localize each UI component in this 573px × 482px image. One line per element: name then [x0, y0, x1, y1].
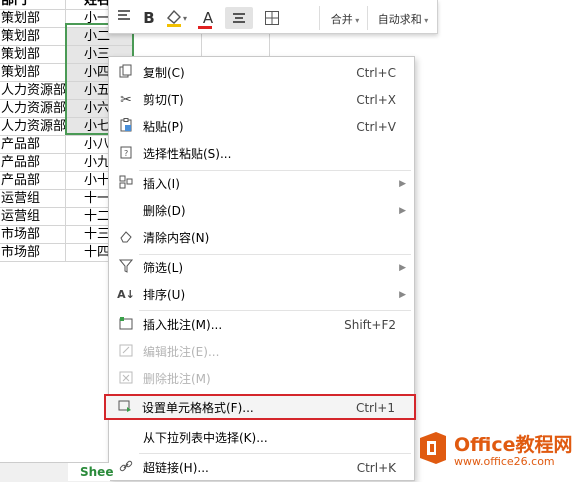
table-row-dept[interactable]: 产品部	[0, 172, 66, 190]
submenu-arrow-icon: ▶	[399, 206, 406, 216]
merge-button[interactable]: 合并 ▾	[325, 9, 365, 31]
menu-item-insert-comment[interactable]: 插入批注(M)... Shift+F2	[109, 312, 414, 338]
insert-icon	[117, 175, 135, 193]
table-row-dept[interactable]: 市场部	[0, 244, 66, 262]
menu-item-shortcut: Ctrl+V	[356, 120, 396, 134]
watermark-url: www.office26.com	[454, 455, 555, 468]
table-row-dept[interactable]: 策划部	[0, 64, 66, 82]
filter-icon	[117, 259, 135, 277]
menu-item-sort[interactable]: A↓ 排序(U) ▶	[109, 282, 414, 308]
menu-item-insert[interactable]: 插入(I) ▶	[109, 171, 414, 197]
svg-text:▾: ▾	[183, 14, 187, 23]
table-row-dept[interactable]: 运营组	[0, 208, 66, 226]
menu-item-delete-comment[interactable]: 删除批注(M)	[109, 366, 414, 392]
menu-item-label: 选择性粘贴(S)...	[143, 147, 232, 161]
menu-item-label: 删除(D)	[143, 204, 186, 218]
menu-item-paste[interactable]: 粘贴(P) Ctrl+V	[109, 114, 414, 140]
fill-color-icon[interactable]: ▾	[163, 7, 189, 29]
edit-comment-icon	[117, 343, 135, 361]
menu-separator	[139, 310, 411, 311]
submenu-arrow-icon: ▶	[399, 290, 406, 300]
menu-item-delete[interactable]: 删除(D) ▶	[109, 198, 414, 224]
menu-item-label: 设置单元格格式(F)...	[142, 401, 254, 415]
toolbar-divider	[367, 6, 368, 30]
table-row-dept[interactable]: 运营组	[0, 190, 66, 208]
menu-item-label: 剪切(T)	[143, 93, 184, 107]
table-row-dept[interactable]: 产品部	[0, 136, 66, 154]
format-cells-icon	[116, 399, 134, 417]
menu-item-label: 超链接(H)...	[143, 461, 209, 475]
watermark-title: Office教程网	[454, 434, 573, 456]
submenu-arrow-icon: ▶	[399, 179, 406, 189]
menu-item-label: 粘贴(P)	[143, 120, 184, 134]
table-row-dept[interactable]: 市场部	[0, 226, 66, 244]
font-color-button[interactable]: A	[195, 7, 221, 29]
table-row-dept[interactable]: 人力资源部	[0, 100, 66, 118]
copy-icon	[117, 64, 135, 82]
watermark: Office教程网 www.office26.com	[416, 426, 573, 481]
menu-item-format-cells-highlighted[interactable]: 设置单元格格式(F)... Ctrl+1	[108, 395, 413, 421]
menu-item-label: 清除内容(N)	[143, 231, 210, 245]
menu-separator	[139, 453, 411, 454]
delete-comment-icon	[117, 370, 135, 388]
autosum-label: 自动求和	[377, 13, 422, 26]
menu-item-label: 排序(U)	[143, 288, 186, 302]
insert-comment-icon	[117, 316, 135, 334]
menu-item-paste-special[interactable]: ? 选择性粘贴(S)...	[109, 141, 414, 167]
menu-item-clear-contents[interactable]: 清除内容(N)	[109, 225, 414, 251]
table-row-dept[interactable]: 策划部	[0, 10, 66, 28]
menu-item-pick-from-list[interactable]: 从下拉列表中选择(K)...	[109, 425, 414, 451]
table-row-dept[interactable]: 产品部	[0, 154, 66, 172]
sheet-tab[interactable]: Shee	[68, 463, 113, 481]
toolbar-divider	[319, 6, 320, 30]
menu-item-label: 删除批注(M)	[143, 372, 211, 386]
scissors-icon: ✂	[120, 92, 132, 108]
wrap-text-icon[interactable]	[113, 7, 135, 29]
align-center-icon[interactable]	[225, 7, 253, 29]
font-color-swatch	[198, 26, 212, 29]
font-color-label: A	[202, 9, 214, 27]
svg-text:?: ?	[124, 149, 128, 158]
merge-label: 合并	[330, 13, 353, 26]
mini-toolbar: B ▾ A 合并 ▾ 自动求和 ▾	[108, 0, 438, 34]
menu-item-shortcut: Shift+F2	[344, 318, 396, 332]
menu-item-label: 复制(C)	[143, 66, 185, 80]
menu-item-label: 插入批注(M)...	[143, 318, 223, 332]
office-logo-icon	[418, 430, 448, 466]
menu-item-label: 编辑批注(E)...	[143, 345, 220, 359]
bold-button[interactable]: B	[139, 7, 159, 29]
table-row-dept[interactable]: 人力资源部	[0, 82, 66, 100]
menu-item-hyperlink[interactable]: 超链接(H)... Ctrl+K	[109, 455, 414, 481]
menu-item-label: 插入(I)	[143, 177, 180, 191]
table-row-dept[interactable]: 人力资源部	[0, 118, 66, 136]
paste-special-icon: ?	[117, 145, 135, 163]
menu-item-filter[interactable]: 筛选(L) ▶	[109, 255, 414, 281]
header-department[interactable]: 部门	[0, 0, 66, 10]
borders-icon[interactable]	[259, 7, 285, 29]
menu-item-copy[interactable]: 复制(C) Ctrl+C	[109, 60, 414, 86]
submenu-arrow-icon: ▶	[399, 263, 406, 273]
paste-icon	[117, 118, 135, 136]
menu-item-label: 筛选(L)	[143, 261, 184, 275]
menu-item-shortcut: Ctrl+1	[355, 401, 395, 415]
table-row-dept[interactable]: 策划部	[0, 46, 66, 64]
menu-item-shortcut: Ctrl+K	[356, 461, 396, 475]
eraser-icon	[117, 229, 135, 247]
table-row-dept[interactable]: 策划部	[0, 28, 66, 46]
sort-icon: A↓	[117, 288, 135, 301]
menu-item-shortcut: Ctrl+C	[356, 66, 396, 80]
menu-item-edit-comment[interactable]: 编辑批注(E)...	[109, 339, 414, 365]
autosum-button[interactable]: 自动求和 ▾	[371, 9, 435, 31]
link-icon	[117, 459, 135, 477]
menu-item-shortcut: Ctrl+X	[356, 93, 396, 107]
menu-item-label: 从下拉列表中选择(K)...	[143, 431, 268, 445]
menu-item-cut[interactable]: ✂ 剪切(T) Ctrl+X	[109, 87, 414, 113]
